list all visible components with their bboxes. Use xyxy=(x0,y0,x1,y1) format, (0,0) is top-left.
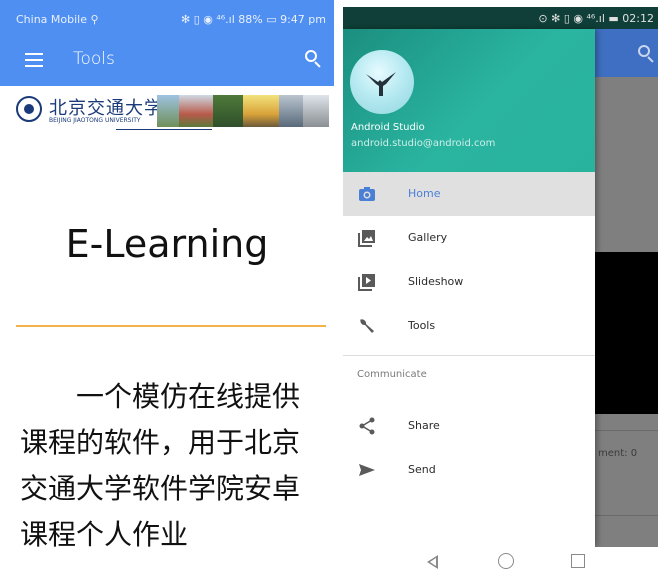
menu-icon[interactable] xyxy=(25,53,43,67)
home-icon[interactable] xyxy=(498,553,514,569)
app-toolbar: Tools xyxy=(0,34,334,86)
toolbar-title: Tools xyxy=(73,49,115,69)
drawer-item-label: Home xyxy=(408,187,441,200)
drawer-item-label: Tools xyxy=(408,319,436,332)
right-phone-screen: ⊙ ✻ ▯ ◉ ⁴⁶.ıl ▬ 02:12 ment: 0 Android St… xyxy=(343,7,658,577)
drawer-item-share[interactable]: Share xyxy=(343,404,595,448)
drawer-item-label: Slideshow xyxy=(408,275,464,288)
status-indicators: ⊙ ✻ ▯ ◉ ⁴⁶.ıl ▬ 02:12 xyxy=(538,12,654,25)
drawer-user-name: Android Studio xyxy=(351,122,425,133)
drawer-item-label: Share xyxy=(408,419,440,432)
university-seal-icon xyxy=(16,96,42,122)
background-divider xyxy=(595,430,658,431)
banner-underline xyxy=(116,129,212,130)
wrench-icon xyxy=(360,319,374,333)
university-banner: 北京交通大学 BEIJING JIAOTONG UNIVERSITY xyxy=(16,94,329,130)
slideshow-icon xyxy=(358,274,375,291)
drawer-item-label: Gallery xyxy=(408,231,448,244)
drawer-user-email: android.studio@android.com xyxy=(351,138,496,149)
drawer-item-label: Send xyxy=(408,463,436,476)
status-indicators: ✻ ▯ ◉ ⁴⁶.ıl 88% ▭ 9:47 pm xyxy=(180,13,326,26)
status-bar: ⊙ ✻ ▯ ◉ ⁴⁶.ıl ▬ 02:12 xyxy=(343,7,658,29)
background-divider xyxy=(595,515,658,516)
search-icon xyxy=(638,45,656,63)
app-description: 一个模仿在线提供课程的软件，用于北京交通大学软件学院安卓课程个人作业 xyxy=(20,380,301,551)
university-name-en: BEIJING JIAOTONG UNIVERSITY xyxy=(49,117,141,124)
drawer-item-send[interactable]: Send xyxy=(343,448,595,492)
recent-apps-icon[interactable] xyxy=(571,554,585,568)
search-icon[interactable] xyxy=(305,50,323,68)
left-phone-screen: China Mobile ⚲ ✻ ▯ ◉ ⁴⁶.ıl 88% ▭ 9:47 pm… xyxy=(0,0,334,577)
send-icon xyxy=(359,464,375,476)
title-divider xyxy=(16,325,326,327)
background-video-area xyxy=(595,252,658,414)
system-navigation-bar xyxy=(343,547,658,577)
drawer-item-slideshow[interactable]: Slideshow xyxy=(343,260,595,304)
drawer-item-home[interactable]: Home xyxy=(343,172,595,216)
drawer-item-gallery[interactable]: Gallery xyxy=(343,216,595,260)
navigation-drawer: Android Studio android.studio@android.co… xyxy=(343,29,595,547)
camera-icon xyxy=(359,187,375,201)
avatar[interactable] xyxy=(350,50,414,114)
drawer-header: Android Studio android.studio@android.co… xyxy=(343,29,595,172)
bird-avatar-icon xyxy=(366,72,396,96)
gallery-icon xyxy=(358,230,375,247)
background-comment-count: ment: 0 xyxy=(598,448,638,459)
share-icon xyxy=(359,417,375,435)
status-bar: China Mobile ⚲ ✻ ▯ ◉ ⁴⁶.ıl 88% ▭ 9:47 pm xyxy=(0,0,334,34)
back-icon[interactable] xyxy=(427,555,438,569)
drawer-item-tools[interactable]: Tools xyxy=(343,304,595,348)
drawer-divider xyxy=(343,355,595,356)
carrier-label: China Mobile ⚲ xyxy=(16,13,99,26)
campus-photo-strip xyxy=(157,95,329,127)
drawer-section-label: Communicate xyxy=(357,369,427,380)
app-title: E-Learning xyxy=(65,222,269,266)
